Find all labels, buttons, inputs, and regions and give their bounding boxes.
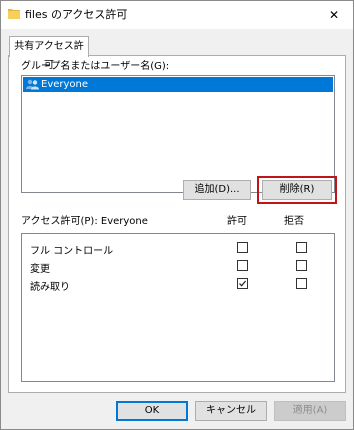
- folder-icon: [8, 9, 20, 19]
- tab-share-permissions[interactable]: 共有アクセス許可: [9, 36, 89, 71]
- ok-button[interactable]: OK: [116, 401, 188, 421]
- users-icon: [26, 79, 39, 90]
- permissions-label: アクセス許可(P): Everyone: [21, 216, 148, 227]
- title-bar: files のアクセス許可 ✕: [1, 1, 353, 29]
- check-icon: [239, 280, 247, 287]
- permission-name: 読み取り: [30, 282, 70, 293]
- close-icon: ✕: [328, 8, 340, 22]
- deny-header: 拒否: [284, 216, 304, 227]
- permissions-dialog: files のアクセス許可 ✕ 共有アクセス許可 グループ名またはユーザー名(G…: [0, 0, 354, 430]
- permission-row: フル コントロール: [22, 239, 334, 257]
- deny-checkbox[interactable]: [296, 242, 307, 253]
- permissions-list: フル コントロール 変更 読み取り: [21, 233, 335, 382]
- allow-checkbox[interactable]: [237, 242, 248, 253]
- add-button[interactable]: 追加(D)...: [183, 180, 251, 200]
- cancel-button[interactable]: キャンセル: [195, 401, 267, 421]
- window-title: files のアクセス許可: [25, 8, 128, 21]
- permission-row: 変更: [22, 257, 334, 275]
- permission-name: 変更: [30, 264, 50, 275]
- list-item-label: Everyone: [41, 79, 89, 90]
- permission-name: フル コントロール: [30, 246, 114, 257]
- user-list[interactable]: Everyone: [21, 75, 335, 193]
- remove-button[interactable]: 削除(R): [262, 180, 332, 200]
- allow-checkbox[interactable]: [237, 260, 248, 271]
- allow-header: 許可: [227, 216, 247, 227]
- deny-checkbox[interactable]: [296, 278, 307, 289]
- close-button[interactable]: ✕: [315, 1, 353, 29]
- deny-checkbox[interactable]: [296, 260, 307, 271]
- tab-panel: グループ名またはユーザー名(G): Everyone 追加(D)... 削除(R…: [8, 55, 346, 393]
- permission-row: 読み取り: [22, 275, 334, 293]
- list-item[interactable]: Everyone: [23, 77, 333, 92]
- allow-checkbox[interactable]: [237, 278, 248, 289]
- apply-button[interactable]: 適用(A): [274, 401, 346, 421]
